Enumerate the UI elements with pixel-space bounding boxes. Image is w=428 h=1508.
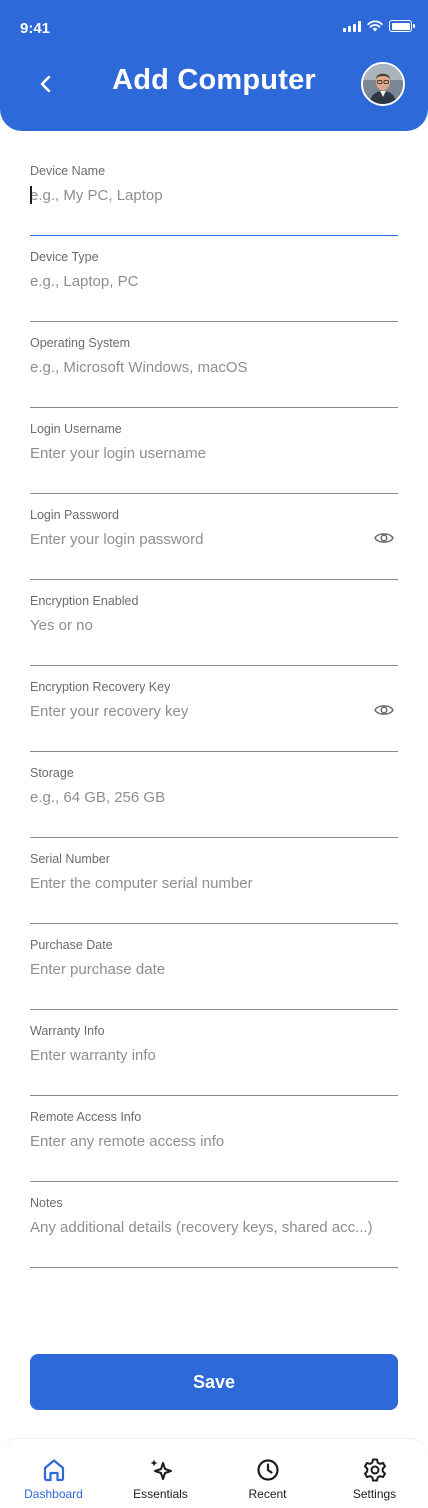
remote-access-input[interactable] <box>30 1130 398 1152</box>
add-computer-form: Device Name Device Type Operating System… <box>30 150 398 1268</box>
bottom-tab-bar: Dashboard Essentials Recent Settings <box>0 1438 428 1508</box>
device-type-label: Device Type <box>30 250 99 264</box>
tab-settings[interactable]: Settings <box>321 1439 428 1508</box>
cellular-signal-icon <box>343 20 361 32</box>
login-username-field: Login Username <box>30 408 398 494</box>
text-cursor <box>30 186 32 204</box>
avatar[interactable] <box>361 62 405 106</box>
notes-input[interactable] <box>30 1216 398 1238</box>
clock-icon <box>256 1459 279 1481</box>
recovery-key-field: Encryption Recovery Key <box>30 666 398 752</box>
tab-label: Settings <box>352 1487 397 1501</box>
tab-label: Dashboard <box>24 1487 83 1501</box>
tab-label: Recent <box>248 1487 287 1501</box>
remote-access-label: Remote Access Info <box>30 1110 142 1124</box>
eye-icon[interactable] <box>374 702 394 718</box>
operating-system-field: Operating System <box>30 322 398 408</box>
login-password-input[interactable] <box>30 528 398 550</box>
notes-field: Notes <box>30 1182 398 1268</box>
device-type-input[interactable] <box>30 270 398 292</box>
operating-system-input[interactable] <box>30 356 398 378</box>
serial-number-input[interactable] <box>30 872 398 894</box>
tab-label: Essentials <box>133 1487 188 1501</box>
purchase-date-input[interactable] <box>30 958 398 980</box>
storage-field: Storage <box>30 752 398 838</box>
app-header: 9:41 Add Computer <box>0 0 428 131</box>
purchase-date-field: Purchase Date <box>30 924 398 1010</box>
tab-essentials[interactable]: Essentials <box>107 1439 214 1508</box>
login-password-label: Login Password <box>30 508 119 522</box>
tab-recent[interactable]: Recent <box>214 1439 321 1508</box>
recovery-key-label: Encryption Recovery Key <box>30 680 171 694</box>
tab-dashboard[interactable]: Dashboard <box>0 1439 107 1508</box>
status-icons <box>343 20 415 32</box>
serial-number-field: Serial Number <box>30 838 398 924</box>
warranty-info-label: Warranty Info <box>30 1024 105 1038</box>
status-time: 9:41 <box>20 20 51 37</box>
recovery-key-input[interactable] <box>30 700 398 722</box>
operating-system-label: Operating System <box>30 336 131 350</box>
home-icon <box>43 1459 64 1482</box>
storage-label: Storage <box>30 766 74 780</box>
device-name-input[interactable] <box>30 184 398 206</box>
device-name-field: Device Name <box>30 150 398 236</box>
login-password-field: Login Password <box>30 494 398 580</box>
warranty-info-input[interactable] <box>30 1044 398 1066</box>
notes-label: Notes <box>30 1196 63 1210</box>
warranty-info-field: Warranty Info <box>30 1010 398 1096</box>
user-photo <box>363 64 403 104</box>
login-username-input[interactable] <box>30 442 398 464</box>
eye-icon[interactable] <box>374 530 394 546</box>
device-type-field: Device Type <box>30 236 398 322</box>
encryption-enabled-input[interactable] <box>30 614 398 636</box>
login-username-label: Login Username <box>30 422 122 436</box>
serial-number-label: Serial Number <box>30 852 110 866</box>
remote-access-field: Remote Access Info <box>30 1096 398 1182</box>
device-name-label: Device Name <box>30 164 106 178</box>
wifi-icon <box>367 20 383 32</box>
storage-input[interactable] <box>30 786 398 808</box>
purchase-date-label: Purchase Date <box>30 938 113 952</box>
sparkles-icon <box>150 1459 172 1480</box>
battery-icon <box>389 20 415 32</box>
save-button[interactable]: Save <box>30 1354 398 1410</box>
encryption-enabled-label: Encryption Enabled <box>30 594 139 608</box>
encryption-enabled-field: Encryption Enabled <box>30 580 398 666</box>
gear-icon <box>363 1458 386 1482</box>
